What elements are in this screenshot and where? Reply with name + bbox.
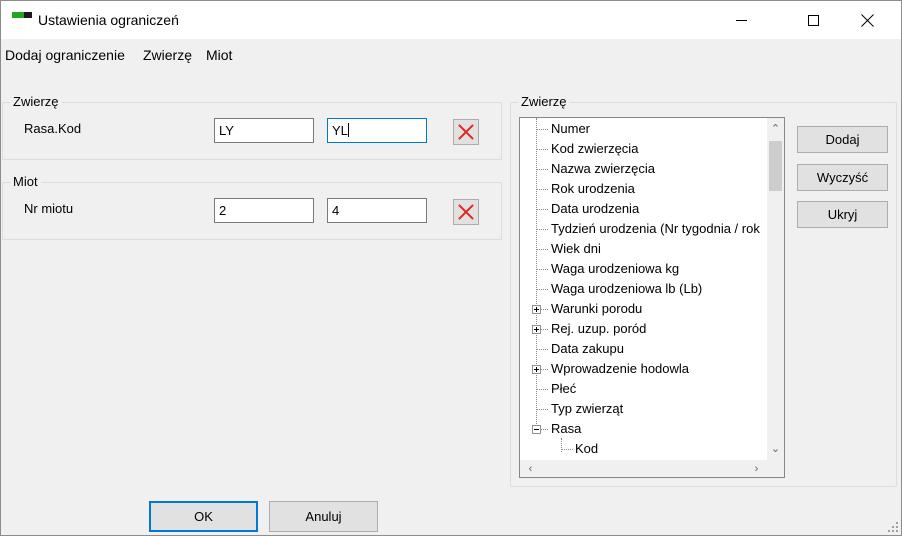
minimize-button[interactable] <box>718 1 764 39</box>
tree-connector <box>536 409 548 410</box>
nr-miotu-label: Nr miotu <box>24 201 74 216</box>
delete-nr-miotu-button[interactable] <box>453 199 479 225</box>
group-miot-legend: Miot <box>10 174 41 189</box>
tree-guide-line <box>536 118 537 430</box>
tree-connector <box>536 289 548 290</box>
group-miot: Miot Nr miotu 2 4 <box>2 174 502 240</box>
group-zwierze-legend: Zwierzę <box>10 94 62 109</box>
tree-item-typ-zwierzat[interactable]: Typ zwierząt <box>551 399 623 419</box>
tree-item-wiek-dni[interactable]: Wiek dni <box>551 239 601 259</box>
tree-horizontal-scrollbar[interactable]: ‹ › <box>520 460 767 477</box>
maximize-icon <box>807 14 819 26</box>
rasa-kod-label: Rasa.Kod <box>24 121 82 136</box>
minimize-icon <box>735 19 747 21</box>
settings-dialog: Ustawienia ograniczeń Dodaj ograniczenie… <box>0 0 902 536</box>
rasa-kod-value1-text: LY <box>219 123 234 138</box>
delete-icon <box>458 124 474 140</box>
tree-connector <box>536 129 548 130</box>
expand-plus-icon[interactable] <box>532 305 541 314</box>
tree-item-nazwa-zwierzecia[interactable]: Nazwa zwierzęcia <box>551 159 655 179</box>
menu-miot[interactable]: Miot <box>206 47 232 63</box>
clear-button[interactable]: Wyczyść <box>797 164 888 191</box>
add-button[interactable]: Dodaj <box>797 126 888 153</box>
menu-bar: Dodaj ograniczenie Zwierzę Miot <box>1 39 901 69</box>
close-button[interactable] <box>844 1 890 39</box>
menu-dodaj-ograniczenie[interactable]: Dodaj ograniczenie <box>5 47 125 63</box>
tree-item-kod-zwierzecia[interactable]: Kod zwierzęcia <box>551 139 638 159</box>
tree-connector <box>536 189 548 190</box>
menu-zwierze[interactable]: Zwierzę <box>143 47 192 63</box>
delete-rasa-kod-button[interactable] <box>453 119 479 145</box>
collapse-minus-icon[interactable] <box>532 425 541 434</box>
tree-connector <box>561 449 573 450</box>
resize-grip-icon[interactable] <box>888 522 898 532</box>
rasa-kod-value1-input[interactable]: LY <box>214 118 314 143</box>
tree-item-warunki-porodu[interactable]: Warunki porodu <box>551 299 642 319</box>
group-zwierze: Zwierzę Rasa.Kod LY YL <box>2 94 502 160</box>
tree-item-plec[interactable]: Płeć <box>551 379 576 399</box>
nr-miotu-value1-input[interactable]: 2 <box>214 198 314 223</box>
tree-connector <box>536 149 548 150</box>
scroll-down-icon[interactable]: ⌄ <box>767 440 784 457</box>
expand-plus-icon[interactable] <box>532 325 541 334</box>
tree-item-rok-urodzenia[interactable]: Rok urodzenia <box>551 179 635 199</box>
tree-item-rej-uzup-porod[interactable]: Rej. uzup. poród <box>551 319 646 339</box>
window-title: Ustawienia ograniczeń <box>38 12 179 28</box>
scroll-right-icon[interactable]: › <box>748 460 765 477</box>
delete-icon <box>458 204 474 220</box>
tree-item-rasa[interactable]: Rasa <box>551 419 581 439</box>
expand-plus-icon[interactable] <box>532 365 541 374</box>
scroll-left-icon[interactable]: ‹ <box>522 460 539 477</box>
tree-item-numer[interactable]: Numer <box>551 119 590 139</box>
tree-item-wprowadzenie-hodowla[interactable]: Wprowadzenie hodowla <box>551 359 689 379</box>
title-bar: Ustawienia ograniczeń <box>1 1 901 39</box>
tree-connector <box>536 249 548 250</box>
tree-item-tydzien-urodzenia[interactable]: Tydzień urodzenia (Nr tygodnia / rok <box>551 219 760 239</box>
tree-vertical-scrollbar[interactable]: ⌃ ⌄ <box>767 118 784 460</box>
scroll-thumb[interactable] <box>769 141 782 191</box>
tree-connector <box>536 229 548 230</box>
rasa-kod-value2-input[interactable]: YL <box>327 118 427 143</box>
nr-miotu-value2-text: 4 <box>332 203 340 218</box>
rasa-kod-value2-text: YL <box>332 123 348 138</box>
hide-button[interactable]: Ukryj <box>797 201 888 228</box>
group-field-tree-legend: Zwierzę <box>518 94 570 109</box>
cancel-button[interactable]: Anuluj <box>269 501 378 532</box>
close-icon <box>861 14 874 27</box>
tree-connector <box>536 349 548 350</box>
scroll-corner <box>767 460 784 477</box>
tree-connector <box>536 169 548 170</box>
tree-item-waga-lb[interactable]: Waga urodzeniowa lb (Lb) <box>551 279 702 299</box>
tree-connector <box>536 389 548 390</box>
field-tree[interactable]: Numer Kod zwierzęcia Nazwa zwierzęcia Ro… <box>519 117 785 478</box>
tree-connector <box>536 209 548 210</box>
text-caret <box>347 123 349 137</box>
maximize-button[interactable] <box>790 1 836 39</box>
nr-miotu-value2-input[interactable]: 4 <box>327 198 427 223</box>
tree-connector <box>536 269 548 270</box>
tree-item-data-zakupu[interactable]: Data zakupu <box>551 339 624 359</box>
ok-button[interactable]: OK <box>149 501 258 532</box>
tree-item-waga-kg[interactable]: Waga urodzeniowa kg <box>551 259 679 279</box>
nr-miotu-value1-text: 2 <box>219 203 227 218</box>
scroll-up-icon[interactable]: ⌃ <box>767 120 784 137</box>
tree-item-kod[interactable]: Kod <box>575 439 598 459</box>
tree-item-data-urodzenia[interactable]: Data urodzenia <box>551 199 639 219</box>
app-icon <box>12 12 32 20</box>
